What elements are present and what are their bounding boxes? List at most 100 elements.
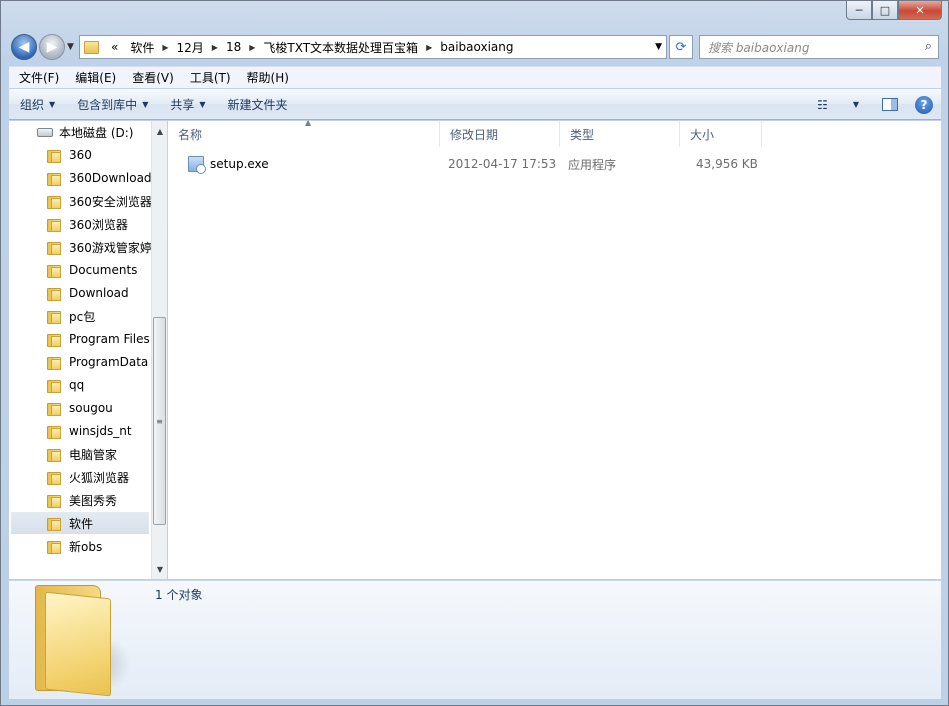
tree-folder-item[interactable]: 360Download xyxy=(47,167,151,189)
menu-tools[interactable]: 工具(T) xyxy=(182,69,239,86)
tree-folder-item[interactable]: Program Files xyxy=(47,328,151,350)
tree-label: 360安全浏览器 xyxy=(69,194,151,209)
breadcrumb-separator-icon[interactable]: ▶ xyxy=(210,43,220,52)
search-input[interactable]: 搜索 baibaoxiang ⌕ xyxy=(699,35,939,59)
breadcrumb-separator-icon[interactable]: ▶ xyxy=(160,43,170,52)
tree-folder-item[interactable]: 360浏览器 xyxy=(47,213,151,235)
folder-icon xyxy=(47,378,61,393)
change-view-button[interactable]: ☷ xyxy=(811,95,833,115)
tree-label: 软件 xyxy=(69,516,94,531)
folder-icon xyxy=(47,217,61,232)
navigation-row: ◀ ▶ ▼ « 软件 ▶ 12月 ▶ 18 ▶ 飞梭TXT文本数据处理百宝箱 ▶… xyxy=(9,32,941,62)
tree-folder-item[interactable]: 新obs xyxy=(47,535,151,557)
tree-label: Program Files xyxy=(69,332,150,346)
breadcrumb-separator-icon[interactable]: ▶ xyxy=(247,43,257,52)
tree-drive-d[interactable]: 本地磁盘 (D:) xyxy=(37,124,133,141)
tree-folder-item[interactable]: 360安全浏览器 xyxy=(47,190,151,212)
tree-folder-item[interactable]: 360游戏管家婷 xyxy=(47,236,151,258)
tree-label: 360Download xyxy=(69,171,151,185)
help-icon: ? xyxy=(915,95,933,114)
folder-icon xyxy=(47,470,61,485)
column-header-name[interactable]: ▲ 名称 xyxy=(168,118,440,147)
tree-folder-item[interactable]: sougou xyxy=(47,397,151,419)
file-list: ▲ 名称 修改日期 类型 大小 setup.exe 2012-04-17 17:… xyxy=(168,118,941,579)
folder-icon xyxy=(47,424,61,439)
menu-view[interactable]: 查看(V) xyxy=(124,69,182,86)
preview-pane-button[interactable] xyxy=(879,95,901,115)
breadcrumb-separator-icon[interactable]: ▶ xyxy=(424,43,434,52)
folder-icon xyxy=(47,286,61,301)
tree-label: Documents xyxy=(69,263,138,277)
menu-bar: 文件(F) 编辑(E) 查看(V) 工具(T) 帮助(H) xyxy=(9,66,941,88)
include-in-library-button[interactable]: 包含到库中 ▼ xyxy=(66,96,159,113)
tree-label: 火狐浏览器 xyxy=(69,470,130,485)
folder-icon xyxy=(47,171,61,186)
back-button[interactable]: ◀ xyxy=(11,34,37,60)
folder-icon xyxy=(47,493,61,508)
chevron-down-icon: ▼ xyxy=(49,99,56,109)
breadcrumb-item[interactable]: 飞梭TXT文本数据处理百宝箱 xyxy=(257,39,424,56)
minimize-button[interactable]: ─ xyxy=(846,1,872,20)
explorer-window: ─ □ ✕ ◀ ▶ ▼ « 软件 ▶ 12月 ▶ 18 ▶ 飞梭TXT文本数据处… xyxy=(0,0,949,706)
tree-folder-item[interactable]: 火狐浏览器 xyxy=(47,466,151,488)
tree-label: 360 xyxy=(69,148,92,162)
share-button[interactable]: 共享 ▼ xyxy=(159,96,216,113)
folder-icon xyxy=(47,309,61,324)
organize-button[interactable]: 组织 ▼ xyxy=(9,96,66,113)
view-options-dropdown[interactable]: ▼ xyxy=(845,95,867,115)
tree-folder-item[interactable]: 360 xyxy=(47,144,151,166)
column-modified-label: 修改日期 xyxy=(450,127,499,142)
column-name-label: 名称 xyxy=(178,127,203,142)
command-bar-right: ☷ ▼ ? xyxy=(805,89,941,120)
scroll-thumb[interactable]: ≡ xyxy=(153,317,166,525)
breadcrumb-item[interactable]: 软件 xyxy=(124,39,160,56)
tree-folder-item[interactable]: 软件 xyxy=(11,512,149,534)
address-dropdown-icon[interactable]: ▼ xyxy=(655,42,662,52)
breadcrumb-item[interactable]: baibaoxiang xyxy=(434,40,519,54)
folder-icon xyxy=(47,401,61,416)
breadcrumb-item[interactable]: 18 xyxy=(220,40,247,54)
scroll-down-icon[interactable]: ▼ xyxy=(152,561,168,577)
search-icon[interactable]: ⌕ xyxy=(925,39,932,54)
forward-button[interactable]: ▶ xyxy=(39,34,65,60)
file-row[interactable]: setup.exe 2012-04-17 17:53 应用程序 43,956 K… xyxy=(168,153,768,175)
breadcrumb-item[interactable]: 12月 xyxy=(171,39,210,56)
new-folder-button[interactable]: 新建文件夹 xyxy=(217,96,299,113)
menu-help[interactable]: 帮助(H) xyxy=(239,69,297,86)
scroll-up-icon[interactable]: ▲ xyxy=(152,123,168,139)
menu-file[interactable]: 文件(F) xyxy=(11,69,67,86)
tree-folder-item[interactable]: Documents xyxy=(47,259,151,281)
breadcrumb-overflow[interactable]: « xyxy=(105,40,124,54)
help-button[interactable]: ? xyxy=(913,95,935,115)
tree-folder-item[interactable]: Download xyxy=(47,282,151,304)
column-header-modified[interactable]: 修改日期 xyxy=(440,121,560,147)
nav-scrollbar[interactable]: ▲ ≡ ▼ xyxy=(151,121,167,579)
tree-folder-item[interactable]: winsjds_nt xyxy=(47,420,151,442)
tree-folder-item[interactable]: qq xyxy=(47,374,151,396)
column-type-label: 类型 xyxy=(570,127,595,142)
tree-label: qq xyxy=(69,378,85,392)
column-header-type[interactable]: 类型 xyxy=(560,121,680,147)
recent-pages-dropdown-icon[interactable]: ▼ xyxy=(67,42,74,52)
column-size-label: 大小 xyxy=(690,127,715,142)
column-header-size[interactable]: 大小 xyxy=(680,121,762,147)
close-button[interactable]: ✕ xyxy=(898,1,942,20)
menu-edit[interactable]: 编辑(E) xyxy=(67,69,124,86)
tree-folder-item[interactable]: 电脑管家 xyxy=(47,443,151,465)
address-bar[interactable]: « 软件 ▶ 12月 ▶ 18 ▶ 飞梭TXT文本数据处理百宝箱 ▶ baiba… xyxy=(79,35,667,59)
chevron-down-icon: ▼ xyxy=(199,99,206,109)
preview-pane-icon xyxy=(882,98,898,111)
tree-folder-item[interactable]: pc包 xyxy=(47,305,151,327)
tree-folder-item[interactable]: ProgramData xyxy=(47,351,151,373)
folder-icon xyxy=(47,148,61,163)
tree-folder-item[interactable]: 美图秀秀 xyxy=(47,489,151,511)
new-folder-label: 新建文件夹 xyxy=(227,97,288,112)
command-bar: 组织 ▼ 包含到库中 ▼ 共享 ▼ 新建文件夹 ☷ ▼ ? xyxy=(9,89,941,120)
tree-label: 360浏览器 xyxy=(69,217,128,232)
maximize-button[interactable]: □ xyxy=(872,1,898,20)
tree-label: 360游戏管家婷 xyxy=(69,240,151,255)
folder-icon xyxy=(47,240,61,255)
tree-label: sougou xyxy=(69,401,113,415)
file-name-cell: setup.exe xyxy=(188,153,269,175)
refresh-icon[interactable]: ⟳ xyxy=(669,35,693,59)
